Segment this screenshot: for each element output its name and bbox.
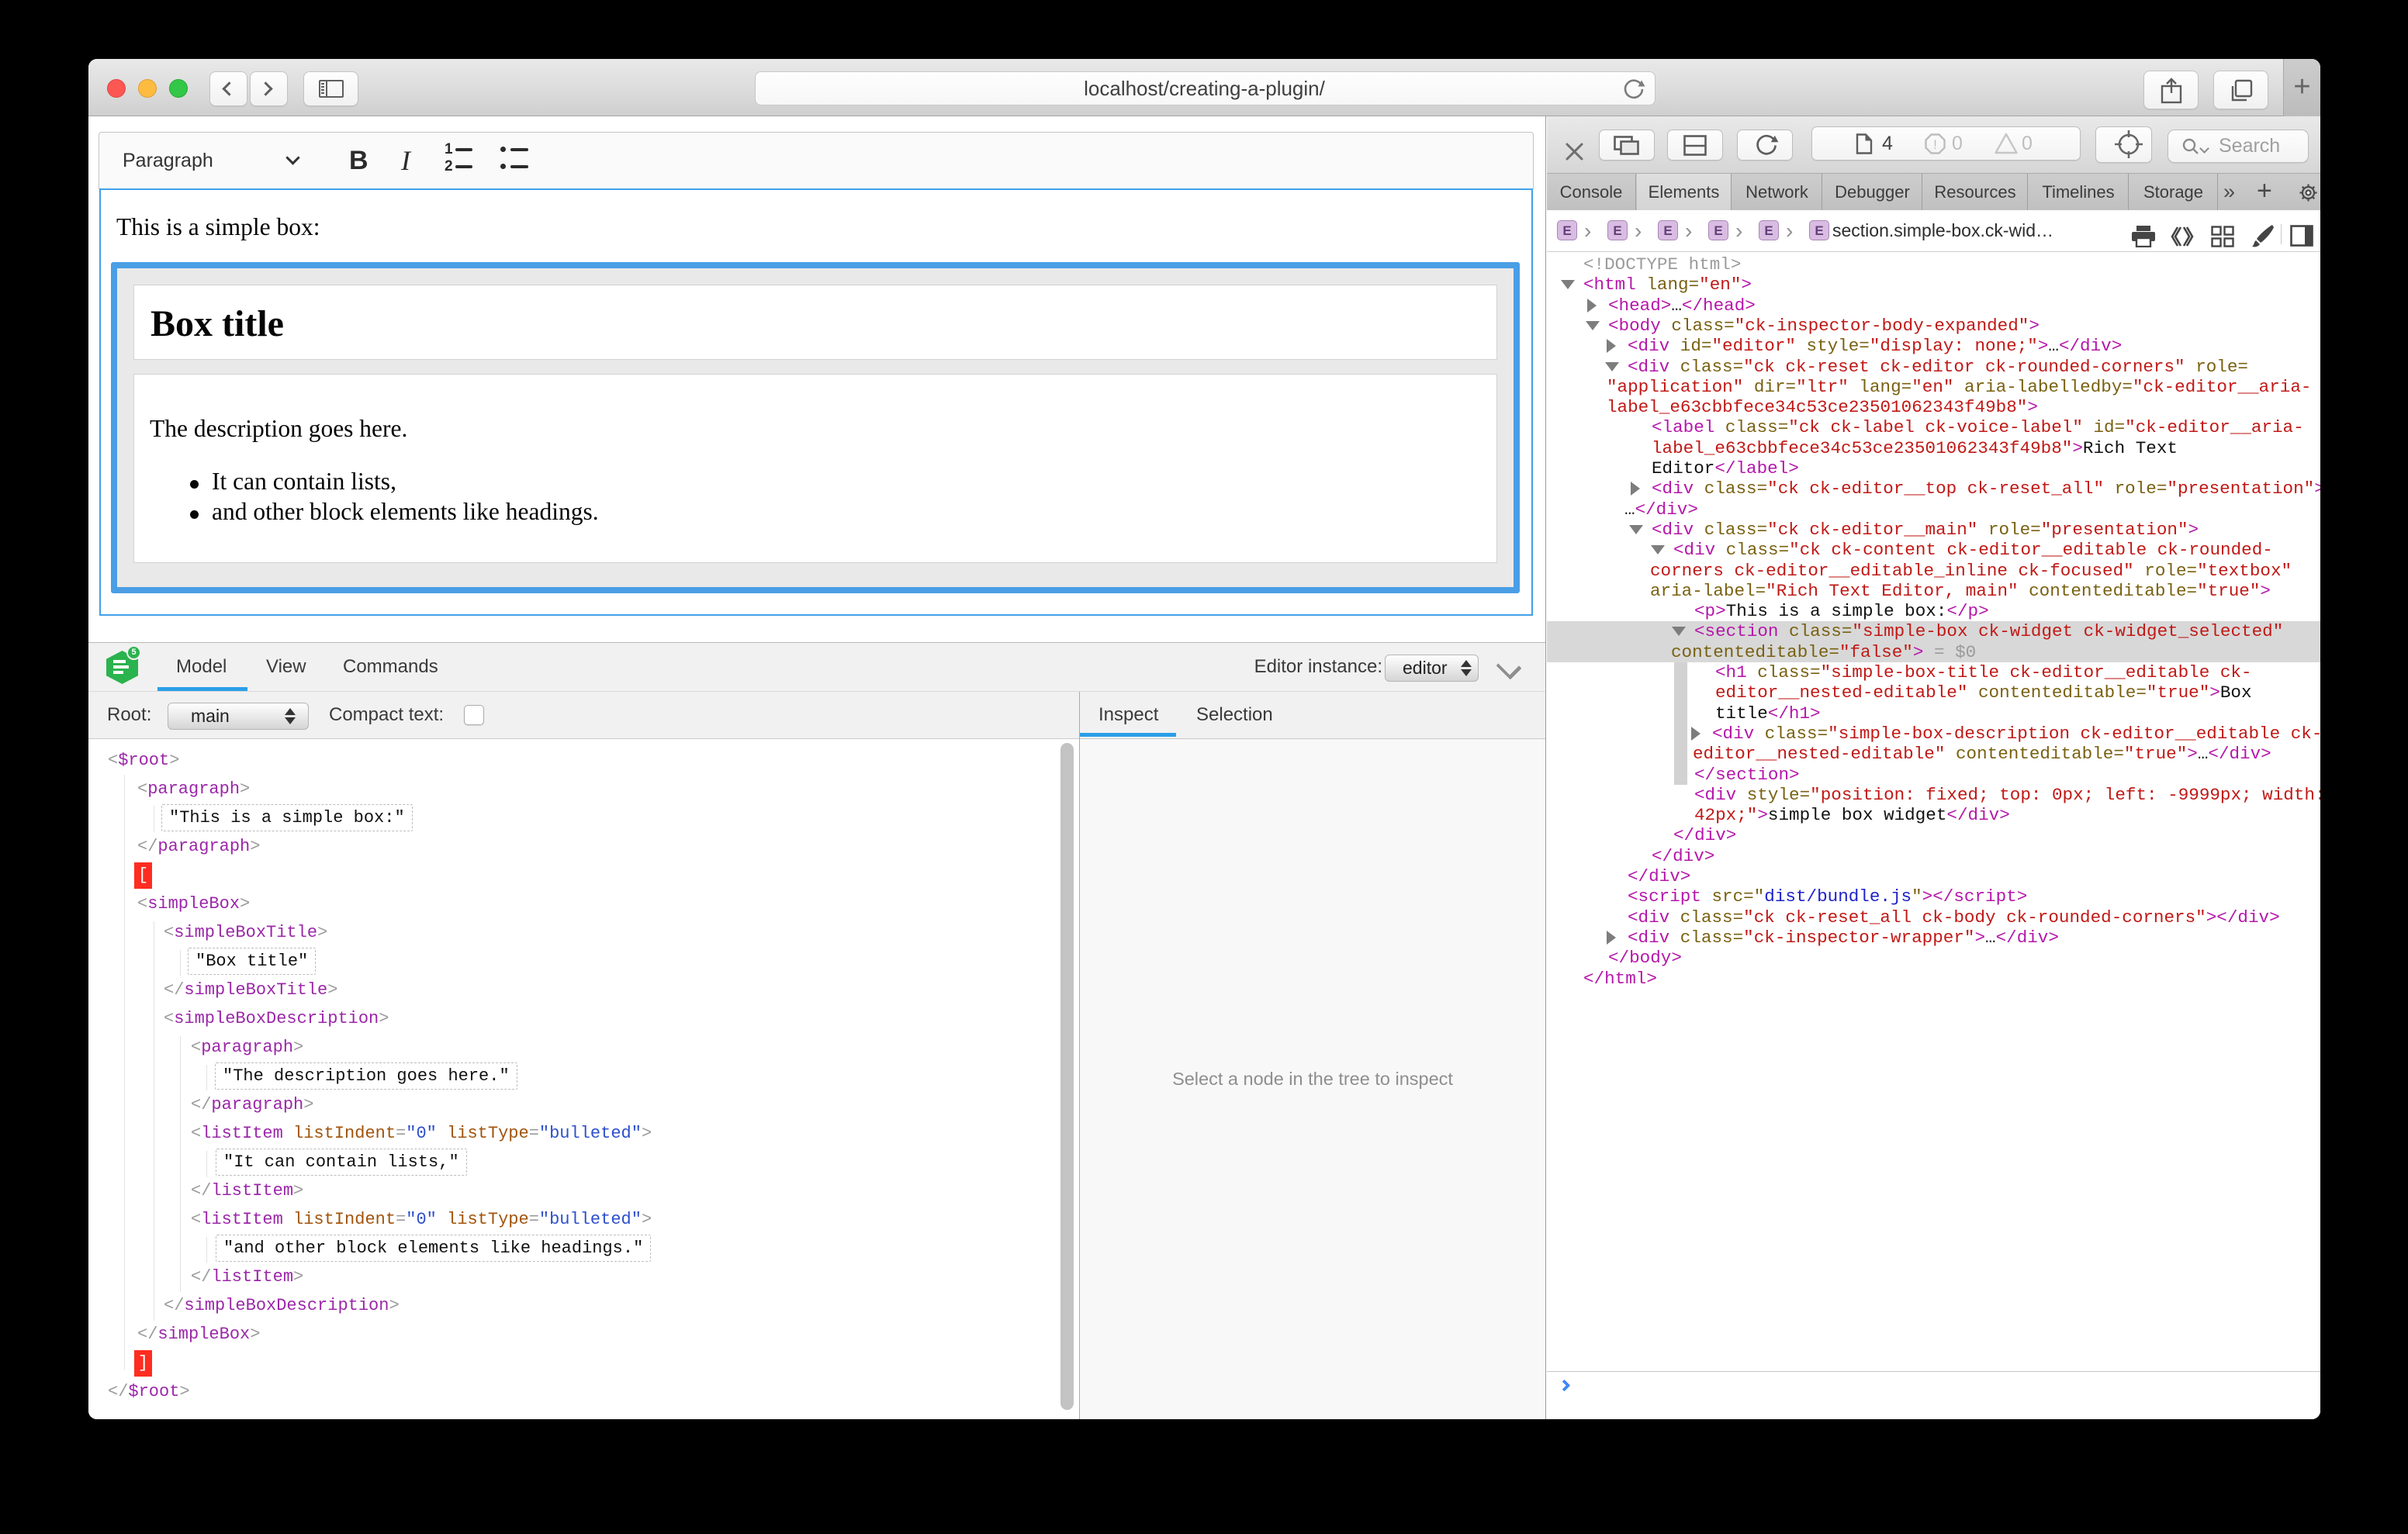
svg-text:!: !	[1933, 137, 1937, 152]
